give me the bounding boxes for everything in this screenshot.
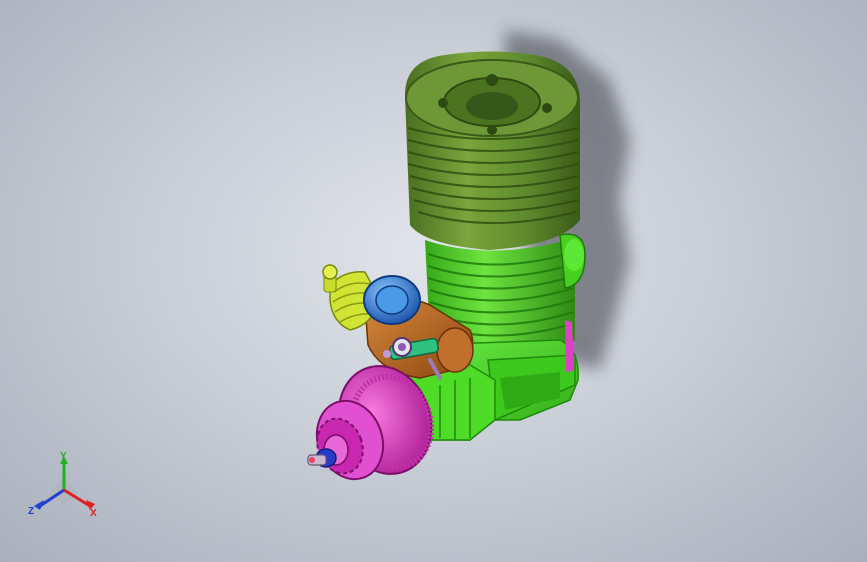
axis-triad[interactable]: Y X Z xyxy=(24,448,104,524)
z-axis-label: Z xyxy=(28,506,34,517)
graphics-viewport[interactable]: Y X Z xyxy=(0,0,867,562)
y-axis-label: Y xyxy=(60,451,67,462)
x-axis-label: X xyxy=(90,508,97,519)
intake-ring[interactable] xyxy=(363,275,421,325)
cylinder-head[interactable] xyxy=(405,51,580,251)
engine-3d-model[interactable] xyxy=(0,0,867,562)
